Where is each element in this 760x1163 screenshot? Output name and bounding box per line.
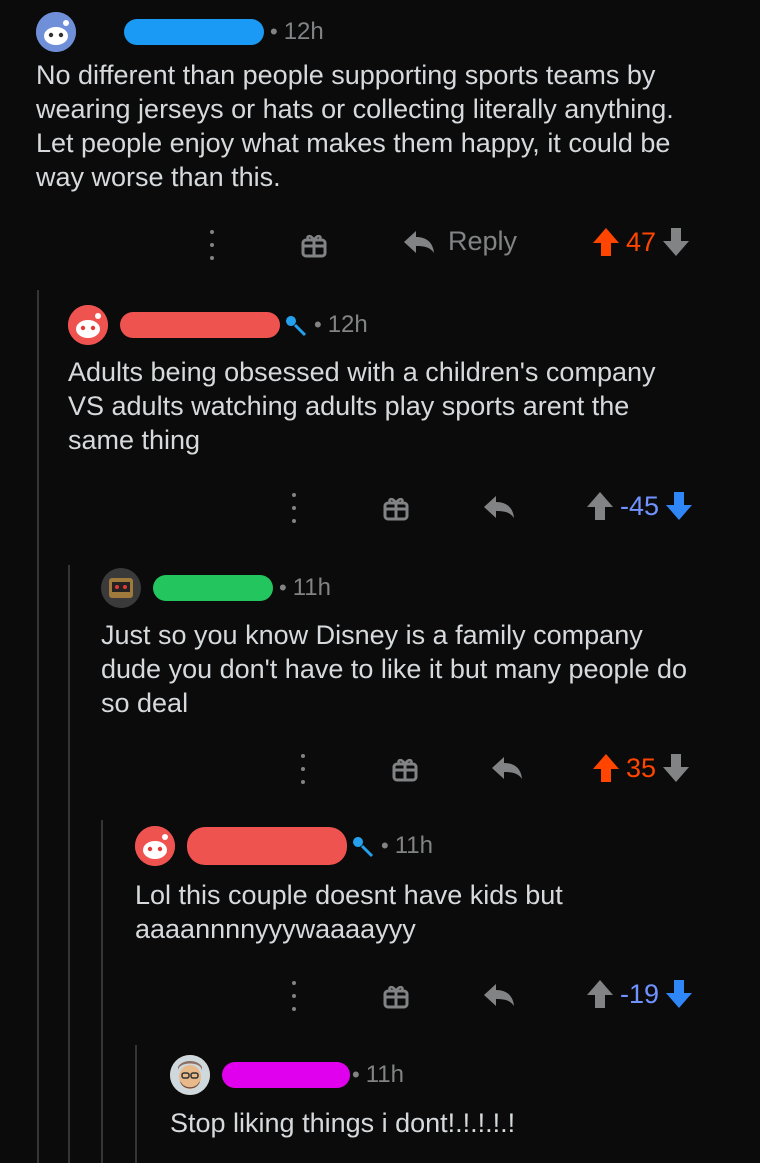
- comment-header: • 11h: [170, 1055, 404, 1095]
- separator-dot: •: [381, 833, 389, 858]
- kebab-menu-icon[interactable]: [290, 493, 298, 523]
- comment-body: No different than people supporting spor…: [36, 60, 674, 192]
- reply-button[interactable]: Reply: [402, 226, 517, 257]
- vote-controls: -45: [586, 490, 693, 522]
- comment-header: • 11h: [135, 826, 433, 866]
- redacted-username[interactable]: [124, 19, 264, 45]
- redacted-username[interactable]: [187, 827, 347, 865]
- reply-arrow-icon: [492, 757, 522, 779]
- upvote-arrow-icon[interactable]: [586, 978, 614, 1010]
- thread-line-level-1: [37, 290, 39, 1163]
- mic-icon: [286, 316, 307, 337]
- vote-score: -45: [620, 490, 660, 521]
- comment-body: Adults being obsessed with a children's …: [68, 357, 656, 455]
- comment-time: 11h: [365, 1061, 404, 1088]
- snoo-avatar-icon[interactable]: [68, 305, 108, 345]
- separator-dot: •: [279, 575, 287, 600]
- reply-button[interactable]: [490, 754, 524, 782]
- kebab-menu-icon[interactable]: [208, 230, 216, 260]
- snoo-avatar-icon[interactable]: [135, 826, 175, 866]
- upvote-arrow-icon[interactable]: [592, 226, 620, 258]
- comment-header: • 12h: [68, 305, 368, 345]
- mic-icon: [353, 837, 374, 858]
- user-avatar-icon[interactable]: [170, 1055, 210, 1095]
- reply-arrow-icon: [404, 230, 434, 253]
- separator-dot: •: [314, 312, 322, 337]
- comment-time: 11h: [292, 574, 331, 601]
- user-avatar-icon[interactable]: [101, 568, 141, 608]
- downvote-arrow-icon[interactable]: [662, 226, 690, 258]
- downvote-arrow-icon[interactable]: [665, 490, 693, 522]
- thread-line-level-4: [135, 1045, 137, 1163]
- vote-score: 47: [626, 226, 657, 257]
- vote-controls: 47: [592, 226, 690, 258]
- gift-award-icon[interactable]: [382, 982, 410, 1010]
- thread-line-level-3: [101, 820, 103, 1163]
- comment-body: Just so you know Disney is a family comp…: [101, 620, 688, 718]
- reply-button[interactable]: [482, 493, 516, 521]
- kebab-menu-icon[interactable]: [290, 981, 298, 1011]
- vote-controls: 35: [592, 752, 690, 784]
- comment-body: Lol this couple doesnt have kids but aaa…: [135, 880, 563, 944]
- kebab-menu-icon[interactable]: [299, 754, 307, 784]
- upvote-arrow-icon[interactable]: [586, 490, 614, 522]
- upvote-arrow-icon[interactable]: [592, 752, 620, 784]
- comment-time: 12h: [283, 18, 324, 45]
- comment-header: • 11h: [101, 568, 331, 608]
- thread-line-level-2: [68, 565, 70, 1163]
- reply-arrow-icon: [484, 496, 514, 518]
- redacted-username[interactable]: [120, 312, 280, 338]
- reply-arrow-icon: [484, 984, 514, 1006]
- vote-score: -19: [620, 978, 660, 1009]
- comment-time: 12h: [327, 311, 368, 338]
- vote-score: 35: [626, 752, 657, 783]
- gift-award-icon[interactable]: [391, 755, 419, 783]
- comment-body: Stop liking things i dont!.!.!.!.!: [170, 1108, 516, 1138]
- downvote-arrow-icon[interactable]: [665, 978, 693, 1010]
- redacted-username[interactable]: [153, 575, 273, 601]
- reply-button[interactable]: [482, 981, 516, 1009]
- separator-dot: •: [352, 1062, 360, 1087]
- redacted-username[interactable]: [222, 1062, 350, 1088]
- gift-award-icon[interactable]: [300, 231, 328, 259]
- reply-label: Reply: [448, 226, 518, 256]
- snoo-avatar-icon[interactable]: [36, 12, 76, 52]
- vote-controls: -19: [586, 978, 693, 1010]
- gift-award-icon[interactable]: [382, 494, 410, 522]
- comment-header: • 12h: [36, 12, 324, 52]
- downvote-arrow-icon[interactable]: [662, 752, 690, 784]
- comment-time: 11h: [394, 832, 433, 859]
- separator-dot: •: [270, 19, 278, 44]
